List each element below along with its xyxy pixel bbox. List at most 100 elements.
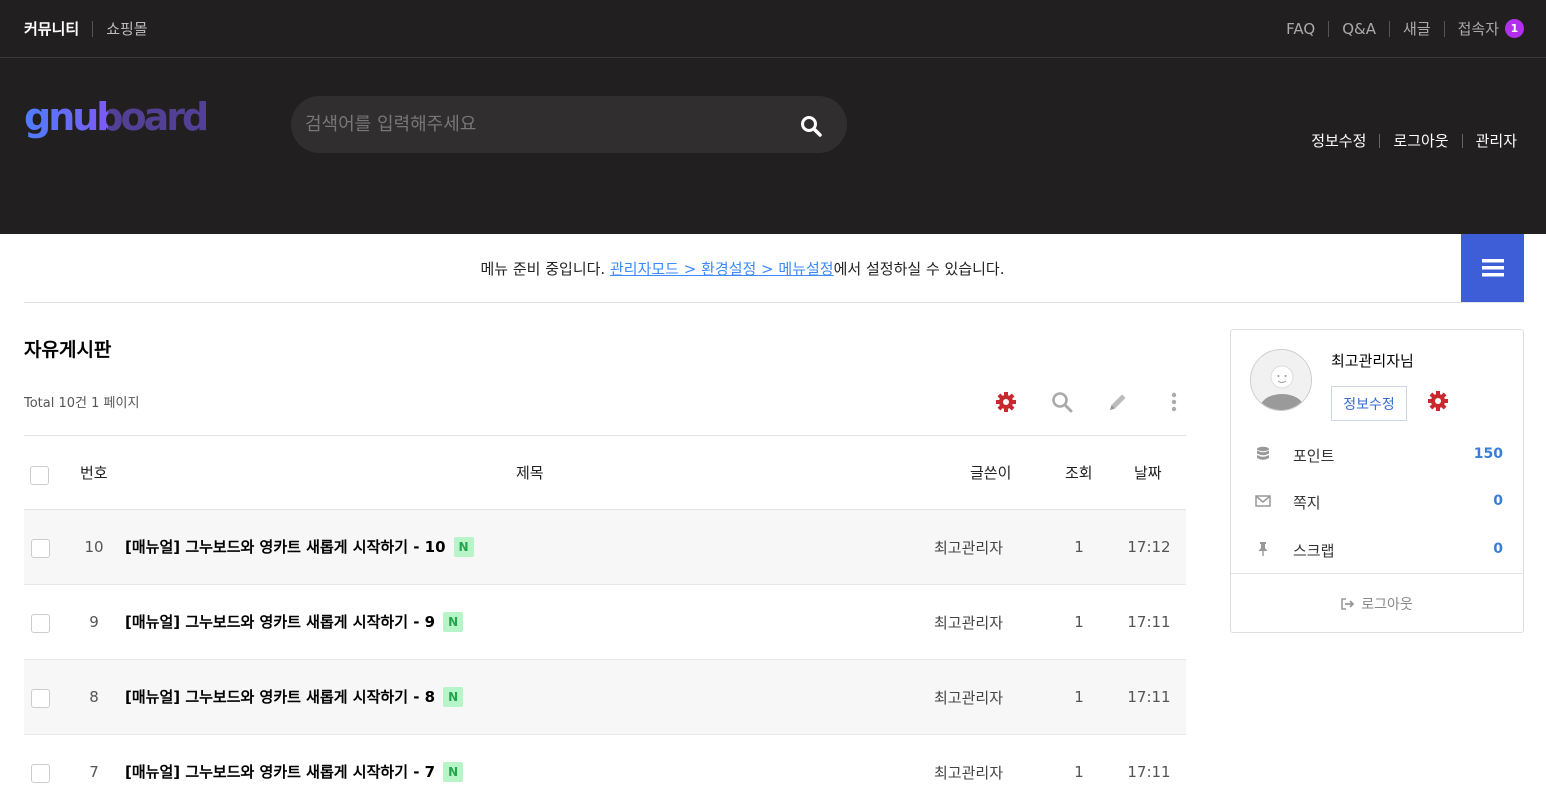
top-link-shop[interactable]: 쇼핑몰: [106, 18, 147, 39]
member-memo-value: 0: [1493, 493, 1503, 509]
site-header: gnuboard 정보수정 로그아웃 관리자: [0, 58, 1546, 234]
gear-icon: [1428, 391, 1448, 411]
pencil-icon: [1110, 394, 1126, 410]
member-panel: 최고관리자님 정보수정 포인트 150 쪽지 0 스크랩 0 로그아웃: [1230, 329, 1524, 633]
post-hits: 1: [1074, 688, 1084, 706]
envelope-icon: [1255, 495, 1271, 507]
col-writer: 글쓴이: [970, 464, 1012, 482]
col-subject: 제목: [516, 464, 544, 482]
more-vertical-icon: [1171, 392, 1177, 412]
gnuboard-logo-icon: gnuboard: [24, 94, 218, 144]
search-button[interactable]: [799, 114, 823, 138]
menu-toggle-button[interactable]: [1461, 234, 1524, 302]
visitors-label: 접속자: [1457, 20, 1499, 38]
header-user-links: 정보수정 로그아웃 관리자: [1311, 130, 1517, 151]
top-link-new-posts[interactable]: 새글: [1403, 18, 1431, 39]
post-hits: 1: [1074, 763, 1084, 781]
board-total: Total 10건 1 페이지: [24, 396, 140, 411]
board-more-button[interactable]: [1146, 388, 1202, 416]
top-right-nav: FAQ Q&A 새글 접속자 1: [1286, 0, 1524, 57]
board-toolbar: [978, 388, 1202, 416]
divider: [1388, 20, 1390, 37]
top-link-qa[interactable]: Q&A: [1342, 20, 1376, 38]
member-memo-label: 쪽지: [1293, 494, 1321, 512]
notice-prefix: 메뉴 준비 중입니다.: [480, 260, 610, 278]
board-title: 자유게시판: [24, 339, 112, 361]
post-hits: 1: [1074, 538, 1084, 556]
row-number: 8: [89, 688, 99, 706]
new-badge: N: [453, 536, 474, 557]
table-row: 9 [매뉴얼] 그누보드와 영카트 새롭게 시작하기 - 9N 최고관리자 1 …: [24, 585, 1186, 660]
row-number: 10: [84, 538, 104, 556]
post-subject-link[interactable]: [매뉴얼] 그누보드와 영카트 새롭게 시작하기 - 10 N: [125, 536, 474, 557]
post-subject: [매뉴얼] 그누보드와 영카트 새롭게 시작하기 - 10: [125, 538, 446, 556]
visitor-count-badge: 1: [1505, 19, 1524, 38]
top-link-faq[interactable]: FAQ: [1286, 20, 1315, 38]
row-number: 7: [89, 763, 99, 781]
row-checkbox[interactable]: [31, 764, 50, 783]
board-table-header: 번호 제목 글쓴이 조회 날짜: [24, 435, 1186, 510]
post-subject: [매뉴얼] 그누보드와 영카트 새롭게 시작하기 - 8: [125, 688, 436, 706]
top-left-nav: 커뮤니티 쇼핑몰: [24, 0, 148, 57]
gear-icon: [996, 392, 1016, 412]
board-write-button[interactable]: [1090, 388, 1146, 416]
user-avatar-icon: [1251, 350, 1311, 410]
member-logout-button[interactable]: 로그아웃: [1231, 573, 1523, 633]
post-writer[interactable]: 최고관리자: [934, 612, 1034, 633]
notice-suffix: 에서 설정하실 수 있습니다.: [833, 260, 1005, 278]
post-subject: [매뉴얼] 그누보드와 영카트 새롭게 시작하기 - 7: [125, 763, 436, 781]
member-scrap-value: 0: [1493, 541, 1503, 557]
top-link-community[interactable]: 커뮤니티: [24, 18, 79, 39]
top-bar: 커뮤니티 쇼핑몰 FAQ Q&A 새글 접속자 1: [0, 0, 1546, 58]
post-writer[interactable]: 최고관리자: [934, 687, 1034, 708]
post-date: 17:11: [1127, 688, 1171, 706]
col-date: 날짜: [1134, 464, 1162, 482]
new-badge: N: [443, 686, 464, 707]
post-subject-link[interactable]: [매뉴얼] 그누보드와 영카트 새롭게 시작하기 - 8 N: [125, 686, 464, 707]
member-admin-button[interactable]: [1427, 390, 1449, 412]
col-number: 번호: [80, 464, 108, 482]
post-subject-link[interactable]: [매뉴얼] 그누보드와 영카트 새롭게 시작하기 - 7 N: [125, 761, 464, 782]
row-number: 9: [89, 613, 99, 631]
search-bar: [291, 96, 847, 153]
row-checkbox[interactable]: [31, 614, 50, 633]
search-input[interactable]: [305, 96, 785, 153]
select-all-checkbox[interactable]: [30, 466, 49, 485]
member-point-label: 포인트: [1293, 447, 1335, 465]
post-subject: [매뉴얼] 그누보드와 영카트 새롭게 시작하기 - 9: [125, 613, 436, 631]
member-scrap-label: 스크랩: [1293, 542, 1335, 560]
divider: [1461, 133, 1463, 148]
col-hits: 조회: [1065, 464, 1093, 482]
divider: [1443, 20, 1445, 37]
sign-out-icon: [1341, 597, 1355, 610]
post-hits: 1: [1074, 613, 1084, 631]
divider: [1379, 133, 1381, 148]
header-link-edit-profile[interactable]: 정보수정: [1311, 130, 1366, 151]
database-icon: [1257, 446, 1269, 460]
search-icon: [801, 116, 822, 137]
table-row: 7 [매뉴얼] 그누보드와 영카트 새롭게 시작하기 - 7N 최고관리자 1 …: [24, 735, 1186, 806]
post-writer[interactable]: 최고관리자: [934, 762, 1034, 783]
member-edit-button[interactable]: 정보수정: [1331, 386, 1407, 421]
notice-settings-link[interactable]: 관리자모드 > 환경설정 > 메뉴설정: [610, 260, 834, 278]
site-logo[interactable]: gnuboard: [24, 94, 218, 148]
member-memo-item[interactable]: 쪽지 0: [1231, 481, 1523, 521]
row-checkbox[interactable]: [31, 689, 50, 708]
post-subject-link[interactable]: [매뉴얼] 그누보드와 영카트 새롭게 시작하기 - 9 N: [125, 611, 464, 632]
member-name: 최고관리자님: [1331, 352, 1414, 370]
table-row: 8 [매뉴얼] 그누보드와 영카트 새롭게 시작하기 - 8N 최고관리자 1 …: [24, 660, 1186, 735]
top-link-visitors[interactable]: 접속자 1: [1458, 18, 1524, 39]
new-badge: N: [443, 611, 464, 632]
row-checkbox[interactable]: [31, 539, 50, 558]
post-date: 17:11: [1127, 763, 1171, 781]
board-admin-button[interactable]: [978, 388, 1034, 416]
member-point-item[interactable]: 포인트 150: [1231, 434, 1523, 474]
member-scrap-item[interactable]: 스크랩 0: [1231, 529, 1523, 569]
search-icon: [1052, 392, 1073, 413]
header-link-admin[interactable]: 관리자: [1476, 130, 1517, 151]
header-link-logout[interactable]: 로그아웃: [1393, 130, 1448, 151]
board-search-button[interactable]: [1034, 388, 1090, 416]
table-row: 10 [매뉴얼] 그누보드와 영카트 새롭게 시작하기 - 10 N 최고관리자 …: [24, 510, 1186, 585]
avatar[interactable]: [1250, 349, 1312, 411]
post-writer[interactable]: 최고관리자: [934, 537, 1034, 558]
